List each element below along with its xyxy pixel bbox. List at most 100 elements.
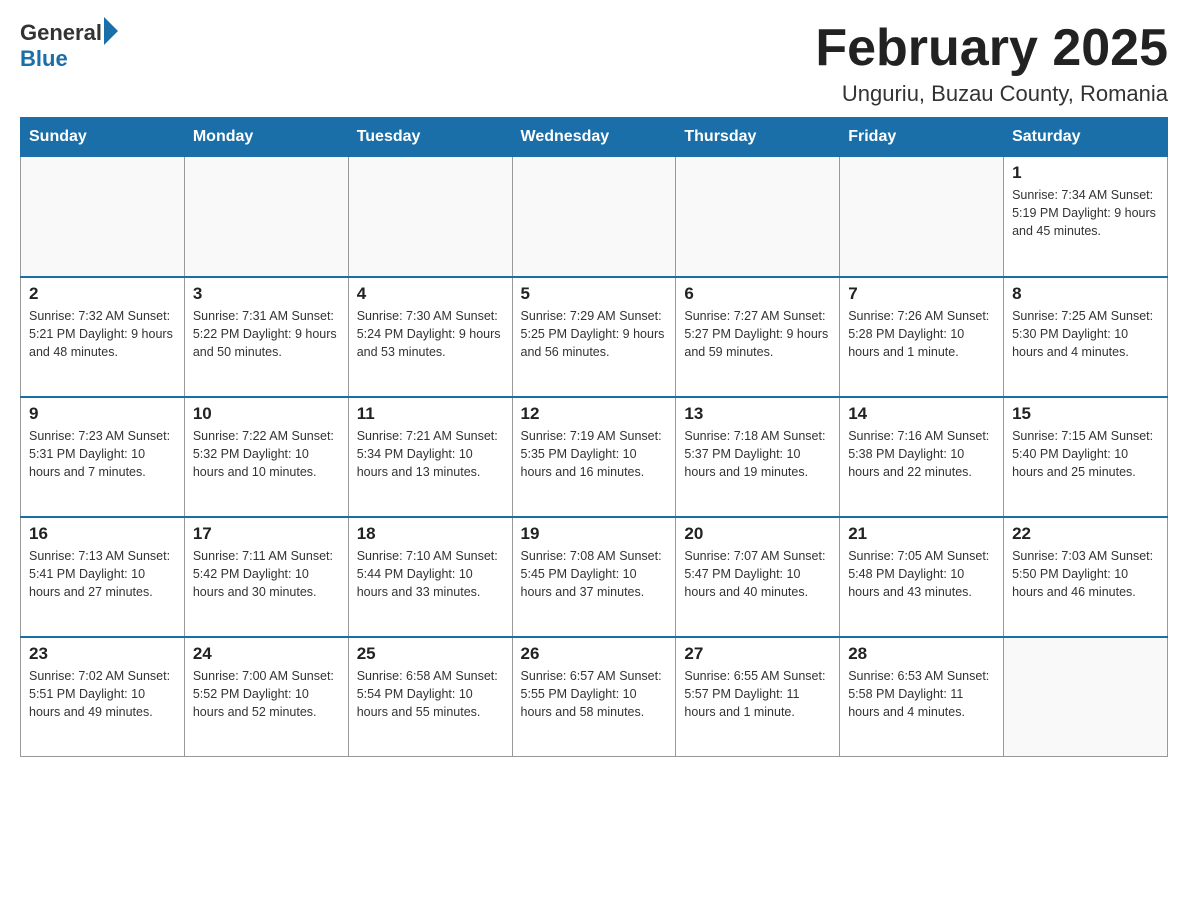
weekday-header-tuesday: Tuesday bbox=[348, 118, 512, 157]
weekday-header-monday: Monday bbox=[184, 118, 348, 157]
calendar-cell: 22 Sunrise: 7:03 AM Sunset: 5:50 PM Dayli… bbox=[1004, 517, 1168, 637]
day-number: 23 bbox=[29, 644, 176, 664]
day-number: 14 bbox=[848, 404, 995, 424]
day-info: Sunrise: 7:25 AM Sunset: 5:30 PM Dayligh… bbox=[1012, 307, 1159, 361]
title-section: February 2025 Unguriu, Buzau County, Rom… bbox=[815, 20, 1168, 107]
day-info: Sunrise: 7:00 AM Sunset: 5:52 PM Dayligh… bbox=[193, 667, 340, 721]
calendar-week-3: 9 Sunrise: 7:23 AM Sunset: 5:31 PM Daylig… bbox=[21, 397, 1168, 517]
day-info: Sunrise: 6:58 AM Sunset: 5:54 PM Dayligh… bbox=[357, 667, 504, 721]
calendar-cell bbox=[348, 157, 512, 277]
calendar-week-2: 2Sunrise: 7:32 AM Sunset: 5:21 PM Daylig… bbox=[21, 277, 1168, 397]
day-info: Sunrise: 7:23 AM Sunset: 5:31 PM Dayligh… bbox=[29, 427, 176, 481]
calendar-cell bbox=[512, 157, 676, 277]
day-number: 12 bbox=[521, 404, 668, 424]
day-number: 15 bbox=[1012, 404, 1159, 424]
day-number: 17 bbox=[193, 524, 340, 544]
location-text: Unguriu, Buzau County, Romania bbox=[815, 81, 1168, 107]
day-number: 10 bbox=[193, 404, 340, 424]
calendar-cell: 13 Sunrise: 7:18 AM Sunset: 5:37 PM Dayli… bbox=[676, 397, 840, 517]
logo-general-text: General bbox=[20, 20, 102, 46]
calendar-cell: 28 Sunrise: 6:53 AM Sunset: 5:58 PM Dayli… bbox=[840, 637, 1004, 757]
day-number: 5 bbox=[521, 284, 668, 304]
day-number: 24 bbox=[193, 644, 340, 664]
day-info: Sunrise: 7:15 AM Sunset: 5:40 PM Dayligh… bbox=[1012, 427, 1159, 481]
calendar-cell: 8 Sunrise: 7:25 AM Sunset: 5:30 PM Daylig… bbox=[1004, 277, 1168, 397]
calendar-cell bbox=[840, 157, 1004, 277]
calendar-week-1: 1 Sunrise: 7:34 AM Sunset: 5:19 PM Daylig… bbox=[21, 157, 1168, 277]
page-header: General Blue February 2025 Unguriu, Buza… bbox=[20, 20, 1168, 107]
day-info: Sunrise: 7:05 AM Sunset: 5:48 PM Dayligh… bbox=[848, 547, 995, 601]
day-info: Sunrise: 7:31 AM Sunset: 5:22 PM Dayligh… bbox=[193, 307, 340, 361]
day-number: 1 bbox=[1012, 163, 1159, 183]
day-info: Sunrise: 7:26 AM Sunset: 5:28 PM Dayligh… bbox=[848, 307, 995, 361]
day-number: 9 bbox=[29, 404, 176, 424]
day-number: 16 bbox=[29, 524, 176, 544]
weekday-header-saturday: Saturday bbox=[1004, 118, 1168, 157]
calendar-cell: 6 Sunrise: 7:27 AM Sunset: 5:27 PM Daylig… bbox=[676, 277, 840, 397]
weekday-header-wednesday: Wednesday bbox=[512, 118, 676, 157]
calendar-cell: 4 Sunrise: 7:30 AM Sunset: 5:24 PM Daylig… bbox=[348, 277, 512, 397]
day-number: 22 bbox=[1012, 524, 1159, 544]
calendar-cell: 16 Sunrise: 7:13 AM Sunset: 5:41 PM Dayli… bbox=[21, 517, 185, 637]
calendar-cell: 26 Sunrise: 6:57 AM Sunset: 5:55 PM Dayli… bbox=[512, 637, 676, 757]
logo-arrow-icon bbox=[104, 17, 118, 45]
day-info: Sunrise: 7:16 AM Sunset: 5:38 PM Dayligh… bbox=[848, 427, 995, 481]
day-info: Sunrise: 7:18 AM Sunset: 5:37 PM Dayligh… bbox=[684, 427, 831, 481]
weekday-header-friday: Friday bbox=[840, 118, 1004, 157]
calendar-cell: 27Sunrise: 6:55 AM Sunset: 5:57 PM Dayli… bbox=[676, 637, 840, 757]
calendar-cell: 12 Sunrise: 7:19 AM Sunset: 5:35 PM Dayli… bbox=[512, 397, 676, 517]
calendar-week-4: 16 Sunrise: 7:13 AM Sunset: 5:41 PM Dayli… bbox=[21, 517, 1168, 637]
calendar-cell: 11 Sunrise: 7:21 AM Sunset: 5:34 PM Dayli… bbox=[348, 397, 512, 517]
day-info: Sunrise: 7:32 AM Sunset: 5:21 PM Dayligh… bbox=[29, 307, 176, 361]
calendar-cell: 2Sunrise: 7:32 AM Sunset: 5:21 PM Daylig… bbox=[21, 277, 185, 397]
calendar-cell: 21 Sunrise: 7:05 AM Sunset: 5:48 PM Dayli… bbox=[840, 517, 1004, 637]
day-number: 20 bbox=[684, 524, 831, 544]
calendar-cell: 3 Sunrise: 7:31 AM Sunset: 5:22 PM Daylig… bbox=[184, 277, 348, 397]
day-info: Sunrise: 6:57 AM Sunset: 5:55 PM Dayligh… bbox=[521, 667, 668, 721]
day-info: Sunrise: 7:34 AM Sunset: 5:19 PM Dayligh… bbox=[1012, 186, 1159, 240]
day-number: 19 bbox=[521, 524, 668, 544]
day-number: 4 bbox=[357, 284, 504, 304]
day-number: 11 bbox=[357, 404, 504, 424]
day-number: 28 bbox=[848, 644, 995, 664]
calendar-header-row: SundayMondayTuesdayWednesdayThursdayFrid… bbox=[21, 118, 1168, 157]
day-number: 18 bbox=[357, 524, 504, 544]
day-info: Sunrise: 7:13 AM Sunset: 5:41 PM Dayligh… bbox=[29, 547, 176, 601]
day-number: 13 bbox=[684, 404, 831, 424]
day-number: 7 bbox=[848, 284, 995, 304]
calendar-cell: 5 Sunrise: 7:29 AM Sunset: 5:25 PM Daylig… bbox=[512, 277, 676, 397]
day-info: Sunrise: 7:30 AM Sunset: 5:24 PM Dayligh… bbox=[357, 307, 504, 361]
calendar-cell: 15 Sunrise: 7:15 AM Sunset: 5:40 PM Dayli… bbox=[1004, 397, 1168, 517]
day-info: Sunrise: 7:27 AM Sunset: 5:27 PM Dayligh… bbox=[684, 307, 831, 361]
day-number: 8 bbox=[1012, 284, 1159, 304]
day-info: Sunrise: 7:11 AM Sunset: 5:42 PM Dayligh… bbox=[193, 547, 340, 601]
calendar-cell: 24 Sunrise: 7:00 AM Sunset: 5:52 PM Dayli… bbox=[184, 637, 348, 757]
calendar-table: SundayMondayTuesdayWednesdayThursdayFrid… bbox=[20, 117, 1168, 757]
day-number: 26 bbox=[521, 644, 668, 664]
day-info: Sunrise: 7:08 AM Sunset: 5:45 PM Dayligh… bbox=[521, 547, 668, 601]
calendar-cell: 17 Sunrise: 7:11 AM Sunset: 5:42 PM Dayli… bbox=[184, 517, 348, 637]
logo: General Blue bbox=[20, 20, 118, 72]
calendar-cell: 7 Sunrise: 7:26 AM Sunset: 5:28 PM Daylig… bbox=[840, 277, 1004, 397]
month-title: February 2025 bbox=[815, 20, 1168, 77]
calendar-cell bbox=[21, 157, 185, 277]
calendar-cell: 20 Sunrise: 7:07 AM Sunset: 5:47 PM Dayli… bbox=[676, 517, 840, 637]
calendar-cell: 14 Sunrise: 7:16 AM Sunset: 5:38 PM Dayli… bbox=[840, 397, 1004, 517]
day-info: Sunrise: 7:07 AM Sunset: 5:47 PM Dayligh… bbox=[684, 547, 831, 601]
calendar-cell: 18Sunrise: 7:10 AM Sunset: 5:44 PM Dayli… bbox=[348, 517, 512, 637]
day-number: 6 bbox=[684, 284, 831, 304]
day-info: Sunrise: 7:03 AM Sunset: 5:50 PM Dayligh… bbox=[1012, 547, 1159, 601]
calendar-cell: 10 Sunrise: 7:22 AM Sunset: 5:32 PM Dayli… bbox=[184, 397, 348, 517]
day-info: Sunrise: 7:19 AM Sunset: 5:35 PM Dayligh… bbox=[521, 427, 668, 481]
calendar-cell: 1 Sunrise: 7:34 AM Sunset: 5:19 PM Daylig… bbox=[1004, 157, 1168, 277]
day-number: 21 bbox=[848, 524, 995, 544]
day-info: Sunrise: 7:29 AM Sunset: 5:25 PM Dayligh… bbox=[521, 307, 668, 361]
day-info: Sunrise: 7:21 AM Sunset: 5:34 PM Dayligh… bbox=[357, 427, 504, 481]
day-number: 3 bbox=[193, 284, 340, 304]
day-info: Sunrise: 6:53 AM Sunset: 5:58 PM Dayligh… bbox=[848, 667, 995, 721]
day-info: Sunrise: 7:02 AM Sunset: 5:51 PM Dayligh… bbox=[29, 667, 176, 721]
calendar-cell bbox=[676, 157, 840, 277]
day-info: Sunrise: 7:22 AM Sunset: 5:32 PM Dayligh… bbox=[193, 427, 340, 481]
calendar-cell: 23 Sunrise: 7:02 AM Sunset: 5:51 PM Dayli… bbox=[21, 637, 185, 757]
day-info: Sunrise: 6:55 AM Sunset: 5:57 PM Dayligh… bbox=[684, 667, 831, 721]
